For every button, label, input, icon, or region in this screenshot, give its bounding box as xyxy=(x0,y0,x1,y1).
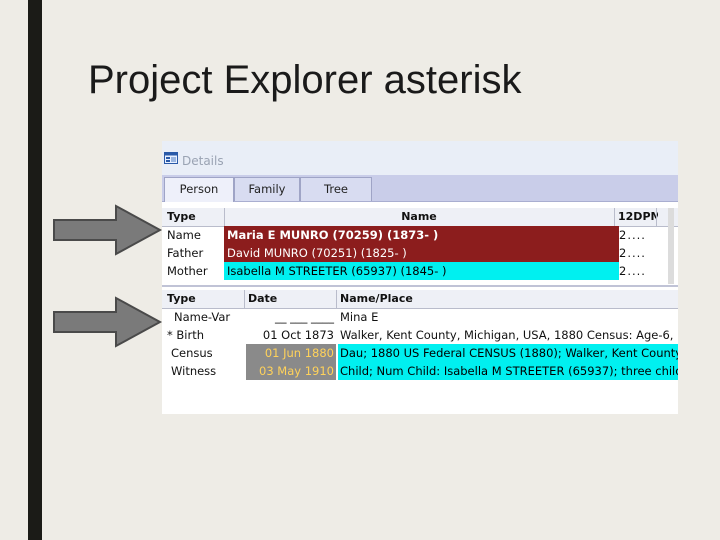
row-type: Father xyxy=(167,246,204,260)
pointer-arrow-icon xyxy=(53,296,163,348)
tab-strip: Person Family Tree xyxy=(162,175,678,202)
row-place: Walker, Kent County, Michigan, USA, 1880… xyxy=(340,328,678,342)
tab-tree[interactable]: Tree xyxy=(300,177,372,201)
row-flags: 2.... xyxy=(619,246,646,260)
row-place: Child; Num Child: Isabella M STREETER (6… xyxy=(338,362,678,380)
row-name: David MUNRO (70251) (1825- ) xyxy=(224,244,619,262)
events-table-header: Type Date Name/Place xyxy=(162,290,678,309)
details-window-screenshot: Details Person Family Tree Type Name 12D… xyxy=(162,141,678,414)
window-title: Details xyxy=(182,154,224,168)
relations-table: Type Name 12DPM Name Maria E MUNRO (7025… xyxy=(162,204,678,284)
row-type: Witness xyxy=(171,364,217,378)
row-type: * Birth xyxy=(167,328,205,342)
row-name: Isabella M STREETER (65937) (1845- ) xyxy=(224,262,619,280)
row-name: Maria E MUNRO (70259) (1873- ) xyxy=(224,226,619,244)
window-titlebar: Details xyxy=(162,141,678,175)
row-type: Census xyxy=(171,346,213,360)
row-place: Dau; 1880 US Federal CENSUS (1880); Walk… xyxy=(338,344,678,362)
col-header-date[interactable]: Date xyxy=(248,290,334,308)
pointer-arrow-icon xyxy=(53,204,163,256)
slide-accent-bar xyxy=(28,0,42,540)
row-type: Name xyxy=(167,228,201,242)
table-row[interactable]: Father David MUNRO (70251) (1825- ) 2...… xyxy=(162,244,678,262)
table-row[interactable]: * Birth 01 Oct 1873 Walker, Kent County,… xyxy=(162,326,678,344)
col-header-flags[interactable]: 12DPM xyxy=(618,208,658,226)
tab-family[interactable]: Family xyxy=(234,177,300,201)
col-header-type[interactable]: Type xyxy=(167,208,225,226)
row-flags: 2.... xyxy=(619,264,646,278)
relations-scrollbar[interactable] xyxy=(668,208,674,284)
tab-person[interactable]: Person xyxy=(164,177,234,202)
panel-splitter[interactable] xyxy=(162,285,678,287)
row-flags: 2.... xyxy=(619,228,646,242)
table-row[interactable]: Name-Var __ ___ ____ Mina E xyxy=(162,308,678,326)
row-type: Name-Var xyxy=(174,310,231,324)
relations-table-header: Type Name 12DPM xyxy=(162,208,678,227)
row-place: Mina E xyxy=(340,310,379,324)
row-date: 03 May 1910 xyxy=(246,362,336,380)
col-header-name-place[interactable]: Name/Place xyxy=(340,290,670,308)
table-row[interactable]: Name Maria E MUNRO (70259) (1873- ) 2...… xyxy=(162,226,678,244)
col-header-name[interactable]: Name xyxy=(226,208,612,226)
row-date: 01 Jun 1880 xyxy=(246,344,336,362)
table-row[interactable]: Mother Isabella M STREETER (65937) (1845… xyxy=(162,262,678,280)
row-type: Mother xyxy=(167,264,208,278)
row-date: 01 Oct 1873 xyxy=(262,328,334,342)
slide-title: Project Explorer asterisk xyxy=(88,58,522,102)
table-row[interactable]: Witness 03 May 1910 Child; Num Child: Is… xyxy=(162,362,678,380)
events-table: Type Date Name/Place Name-Var __ ___ ___… xyxy=(162,288,678,414)
table-row[interactable]: Census 01 Jun 1880 Dau; 1880 US Federal … xyxy=(162,344,678,362)
details-window-icon xyxy=(164,152,178,164)
row-date: __ ___ ____ xyxy=(274,310,334,324)
col-header-type[interactable]: Type xyxy=(167,290,243,308)
